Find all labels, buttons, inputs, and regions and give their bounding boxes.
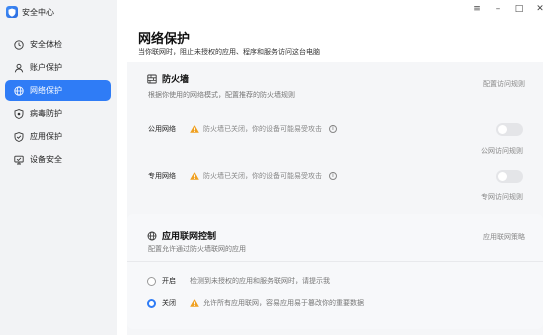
app-network-icon [147, 231, 157, 241]
radio-option-on[interactable]: 开启 检测到未授权的应用和服务联网时，请提示我 [147, 276, 330, 286]
app-title-bar: 安全中心 [6, 5, 54, 19]
minimize-icon[interactable]: – [493, 4, 503, 14]
user-icon [14, 63, 24, 73]
app-control-heading: 应用联网控制 [147, 229, 216, 242]
radio-option-desc-text: 允许所有应用联网，容易应用易于篡改你的重要数据 [203, 299, 364, 307]
firewall-icon [147, 74, 157, 84]
sidebar-item-label: 账户保护 [30, 63, 62, 72]
radio-option-desc: 允许所有应用联网，容易应用易于篡改你的重要数据 [190, 298, 364, 308]
window-controls: ≡ – □ ✕ [472, 4, 545, 14]
shield-logo-icon [6, 6, 18, 18]
sidebar-item-device[interactable]: 设备安全 [5, 149, 111, 170]
sidebar-item-security-check[interactable]: 安全体检 [5, 34, 111, 55]
private-network-status-text: 防火墙已关闭，你的设备可能易受攻击 [203, 172, 322, 180]
sidebar-item-label: 应用保护 [30, 132, 62, 141]
warning-icon [190, 299, 199, 307]
public-network-label: 公用网络 [148, 125, 176, 133]
close-icon[interactable]: ✕ [535, 4, 545, 14]
shield-check-icon [14, 131, 24, 142]
clock-icon [14, 39, 24, 50]
radio-option-label: 开启 [162, 277, 176, 285]
radio-option-off[interactable]: 关闭 允许所有应用联网，容易应用易于篡改你的重要数据 [147, 298, 364, 308]
public-network-status: 防火墙已关闭，你的设备可能易受攻击 i [190, 124, 337, 134]
radio-on[interactable] [147, 276, 156, 286]
sidebar-item-label: 网络保护 [30, 86, 62, 95]
page-subtitle: 当你联网时，阻止未授权的应用、程序和服务访问这台电脑 [138, 48, 320, 56]
radio-option-desc-text: 检测到未授权的应用和服务联网时，请提示我 [190, 277, 330, 285]
public-network-status-text: 防火墙已关闭，你的设备可能易受攻击 [203, 125, 322, 133]
config-access-rules-link[interactable]: 配置访问规则 [483, 79, 525, 89]
virus-shield-icon [14, 108, 24, 119]
app-title: 安全中心 [22, 7, 54, 17]
app-network-control-card: 应用联网控制 配置允许通过防火墙联网的应用 应用联网策略 开启 检测到未授权的应… [127, 214, 543, 329]
sidebar: 安全中心 安全体检 账户保护 网络保护 病毒防护 应用保护 设备安全 [0, 0, 117, 335]
radio-option-desc: 检测到未授权的应用和服务联网时，请提示我 [190, 276, 330, 286]
warning-icon [190, 172, 199, 180]
info-icon[interactable]: i [329, 172, 337, 180]
sidebar-item-label: 设备安全 [30, 155, 62, 164]
app-control-title: 应用联网控制 [162, 232, 217, 242]
menu-icon[interactable]: ≡ [472, 4, 482, 14]
radio-option-label: 关闭 [162, 299, 176, 307]
public-network-toggle[interactable] [496, 123, 523, 136]
radio-off[interactable] [147, 298, 156, 308]
sidebar-nav: 安全体检 账户保护 网络保护 病毒防护 应用保护 设备安全 [5, 34, 111, 172]
public-access-rules-link[interactable]: 公网访问规则 [481, 146, 523, 156]
app-control-subtitle: 配置允许通过防火墙联网的应用 [148, 245, 246, 253]
main-panel: ≡ – □ ✕ 网络保护 当你联网时，阻止未授权的应用、程序和服务访问这台电脑 … [117, 0, 553, 335]
content-scroll-area[interactable]: 防火墙 根据你使用的网络模式，配置推荐的防火墙规则 配置访问规则 公用网络 防火… [127, 62, 543, 335]
divider [127, 261, 543, 262]
sidebar-item-label: 安全体检 [30, 40, 62, 49]
sidebar-item-account[interactable]: 账户保护 [5, 57, 111, 78]
private-access-rules-link[interactable]: 专网访问规则 [481, 192, 523, 202]
globe-icon [14, 85, 24, 96]
page-title: 网络保护 [138, 32, 191, 47]
sidebar-item-network[interactable]: 网络保护 [5, 80, 111, 101]
sidebar-item-app-protect[interactable]: 应用保护 [5, 126, 111, 147]
info-icon[interactable]: i [329, 125, 337, 133]
maximize-icon[interactable]: □ [514, 4, 524, 14]
app-network-policy-link[interactable]: 应用联网策略 [483, 232, 525, 242]
firewall-subtitle: 根据你使用的网络模式，配置推荐的防火墙规则 [148, 91, 295, 99]
private-network-toggle[interactable] [496, 170, 523, 183]
monitor-icon [14, 155, 24, 165]
sidebar-item-virus[interactable]: 病毒防护 [5, 103, 111, 124]
private-network-status: 防火墙已关闭，你的设备可能易受攻击 i [190, 171, 337, 181]
private-network-label: 专用网络 [148, 172, 176, 180]
sidebar-item-label: 病毒防护 [30, 109, 62, 118]
warning-icon [190, 125, 199, 133]
firewall-heading: 防火墙 [147, 72, 189, 85]
firewall-card: 防火墙 根据你使用的网络模式，配置推荐的防火墙规则 配置访问规则 公用网络 防火… [127, 68, 543, 214]
firewall-title: 防火墙 [162, 75, 190, 85]
